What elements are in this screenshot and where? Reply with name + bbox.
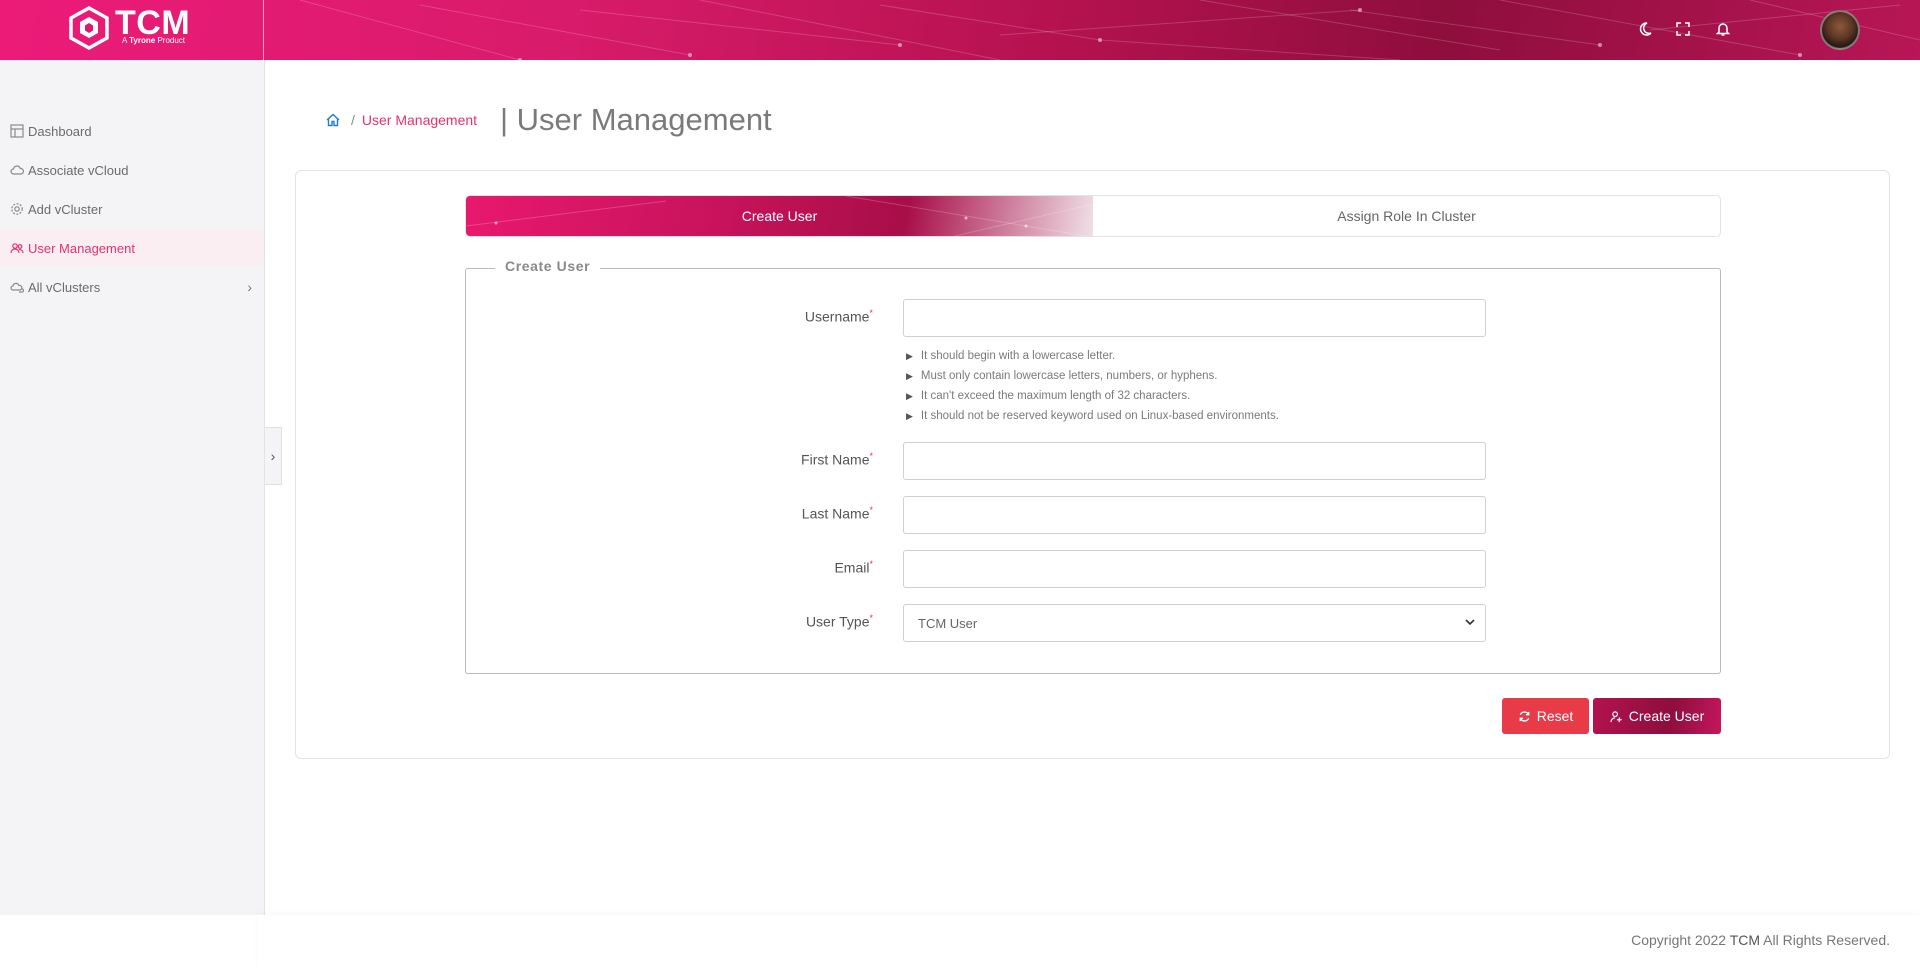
triangle-right-icon: ▶ xyxy=(906,371,913,381)
hint-item: ▶ It can't exceed the maximum length of 3… xyxy=(906,386,1279,406)
breadcrumb: / User Management xyxy=(325,112,477,128)
bell-icon[interactable] xyxy=(1713,19,1733,39)
footer: Copyright 2022 TCM All Rights Reserved. xyxy=(258,915,1920,969)
sidebar-item-add-vcluster[interactable]: Add vCluster xyxy=(0,191,264,227)
triangle-right-icon: ▶ xyxy=(906,351,913,361)
user-avatar[interactable] xyxy=(1820,10,1860,50)
tcm-logo-icon xyxy=(69,6,109,50)
sidebar-toggle-button[interactable]: › xyxy=(265,427,282,485)
triangle-right-icon: ▶ xyxy=(906,411,913,421)
tab-label: Assign Role In Cluster xyxy=(1337,208,1476,224)
sidebar-item-all-vclusters[interactable]: All vClusters › xyxy=(0,269,264,305)
brand-sub-prefix: A xyxy=(122,36,127,45)
sidebar-item-label: Associate vCloud xyxy=(28,162,129,178)
sidebar-item-dashboard[interactable]: Dashboard xyxy=(0,113,264,149)
required-marker: * xyxy=(869,559,873,569)
tab-assign-role[interactable]: Assign Role In Cluster xyxy=(1093,196,1720,236)
brand-subtitle: A Tyrone Product xyxy=(122,36,185,45)
username-label: Username* xyxy=(673,308,873,325)
clusters-icon xyxy=(9,279,25,295)
username-label-text: Username xyxy=(804,308,870,325)
breadcrumb-separator: / xyxy=(351,112,355,128)
copyright-prefix: Copyright 2022 xyxy=(1631,932,1727,948)
last-name-label-text: Last Name xyxy=(801,505,870,522)
hint-text: It should not be reserved keyword used o… xyxy=(920,410,1279,422)
reset-button[interactable]: Reset xyxy=(1502,698,1589,734)
chevron-right-icon: › xyxy=(247,279,252,295)
sidebar-item-user-management[interactable]: User Management xyxy=(0,230,264,266)
required-marker: * xyxy=(869,505,873,515)
moon-icon[interactable] xyxy=(1635,19,1655,39)
users-icon xyxy=(9,240,25,256)
refresh-icon xyxy=(1519,710,1530,722)
gear-icon xyxy=(9,201,25,217)
sidebar-item-label: Dashboard xyxy=(28,123,92,139)
hint-text: It can't exceed the maximum length of 32… xyxy=(920,390,1191,402)
add-user-icon xyxy=(1610,710,1622,722)
header-mesh-decoration xyxy=(299,0,1920,60)
user-type-label-text: User Type xyxy=(805,613,870,630)
home-icon[interactable] xyxy=(325,112,341,128)
first-name-field[interactable] xyxy=(903,442,1486,480)
hint-item: ▶ Must only contain lowercase letters, nu… xyxy=(906,366,1279,386)
fieldset-legend: Create User xyxy=(495,258,601,274)
sidebar-item-label: User Management xyxy=(28,240,135,256)
last-name-label: Last Name* xyxy=(673,505,873,522)
tab-bar: Create User Assign Role In Cluster xyxy=(465,195,1721,237)
user-type-value: TCM User xyxy=(918,615,978,631)
first-name-label-text: First Name xyxy=(801,451,870,468)
chevron-right-icon: › xyxy=(270,448,276,464)
required-marker: * xyxy=(869,613,873,623)
user-type-select[interactable]: TCM User xyxy=(903,604,1486,642)
dashboard-icon xyxy=(9,123,25,139)
copyright-text: Copyright 2022 TCM All Rights Reserved. xyxy=(1631,932,1890,948)
sidebar-item-label: Add vCluster xyxy=(28,201,103,217)
hint-item: ▶ It should begin with a lowercase letter… xyxy=(906,346,1279,366)
footer-brand-link[interactable]: TCM xyxy=(1730,932,1760,948)
top-header: TCM A Tyrone Product xyxy=(0,0,1920,60)
first-name-label: First Name* xyxy=(673,451,873,468)
username-field[interactable] xyxy=(903,299,1486,337)
fullscreen-icon[interactable] xyxy=(1673,19,1693,39)
brand-sub-name: Tyrone xyxy=(129,36,156,45)
last-name-field[interactable] xyxy=(903,496,1486,534)
chevron-down-icon xyxy=(1465,617,1475,629)
email-label-text: Email xyxy=(834,559,870,576)
copyright-suffix: All Rights Reserved. xyxy=(1763,932,1890,948)
email-field[interactable] xyxy=(903,550,1486,588)
brand-sub-suffix: Product xyxy=(157,36,186,45)
hint-text: It should begin with a lowercase letter. xyxy=(920,350,1116,362)
user-type-label: User Type* xyxy=(673,613,873,630)
required-marker: * xyxy=(869,451,873,461)
hint-text: Must only contain lowercase letters, num… xyxy=(920,370,1218,382)
create-user-button[interactable]: Create User xyxy=(1593,698,1721,734)
username-hints: ▶ It should begin with a lowercase letter… xyxy=(906,346,1279,426)
required-marker: * xyxy=(869,308,873,318)
logo-area[interactable]: TCM A Tyrone Product xyxy=(0,0,264,60)
reset-button-label: Reset xyxy=(1536,708,1574,724)
email-label: Email* xyxy=(673,559,873,576)
sidebar-item-associate-vcloud[interactable]: Associate vCloud xyxy=(0,152,264,188)
sidebar: Dashboard Associate vCloud Add vCluster … xyxy=(0,60,265,915)
hint-item: ▶ It should not be reserved keyword used … xyxy=(906,406,1279,426)
page-title: | User Management xyxy=(500,102,772,137)
tab-label: Create User xyxy=(741,208,818,224)
sidebar-item-label: All vClusters xyxy=(28,279,101,295)
cloud-icon xyxy=(9,162,25,178)
breadcrumb-current[interactable]: User Management xyxy=(362,112,477,128)
triangle-right-icon: ▶ xyxy=(906,391,913,401)
create-user-button-label: Create User xyxy=(1628,708,1705,724)
tab-create-user[interactable]: Create User xyxy=(466,196,1094,236)
